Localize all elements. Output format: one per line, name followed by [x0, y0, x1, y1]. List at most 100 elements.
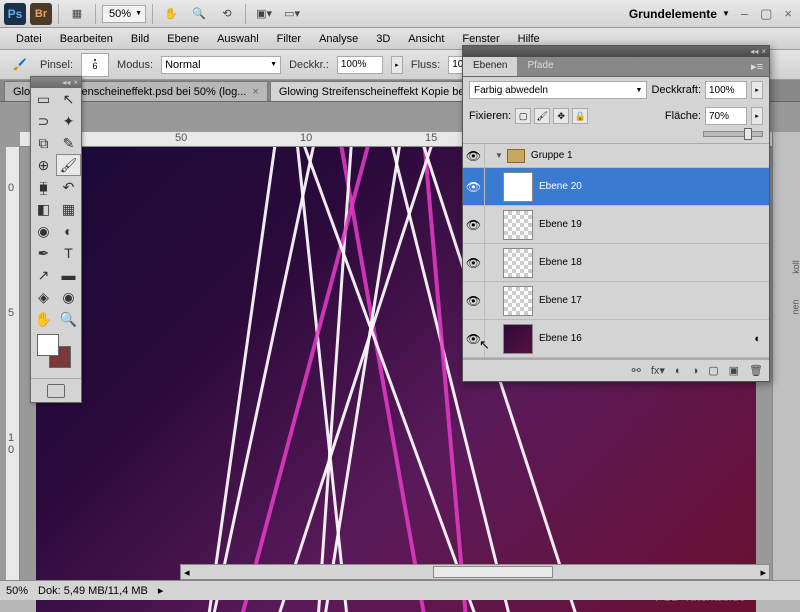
- layer-thumbnail[interactable]: [503, 324, 533, 354]
- eyedropper-tool-icon[interactable]: ✎: [56, 132, 81, 154]
- lasso-tool-icon[interactable]: ⊃: [31, 110, 56, 132]
- menu-bild[interactable]: Bild: [123, 30, 157, 48]
- brush-tool-icon[interactable]: 🖌: [56, 154, 81, 176]
- link-layers-icon[interactable]: ⚯: [632, 364, 641, 377]
- healing-brush-tool-icon[interactable]: ⊕: [31, 154, 56, 176]
- visibility-toggle-icon[interactable]: 👁: [463, 206, 485, 243]
- lock-pixels-icon[interactable]: 🖌: [534, 108, 550, 124]
- visibility-toggle-icon[interactable]: 👁: [463, 144, 485, 167]
- new-group-icon[interactable]: ▢: [708, 364, 718, 377]
- new-layer-icon[interactable]: ▣: [729, 364, 739, 377]
- foreground-color[interactable]: [37, 334, 59, 356]
- tab-ebenen[interactable]: Ebenen: [463, 57, 517, 76]
- blend-mode-dropdown[interactable]: Normal: [161, 56, 281, 74]
- hand-tool-icon[interactable]: ✋: [31, 308, 56, 330]
- layer-mask-icon[interactable]: ◐: [675, 365, 682, 377]
- layer-blend-mode-dropdown[interactable]: Farbig abwedeln: [469, 81, 647, 99]
- 3d-tool-icon[interactable]: ◈: [31, 286, 56, 308]
- crop-tool-icon[interactable]: ⧉: [31, 132, 56, 154]
- screen-mode-icon[interactable]: ▭▾: [280, 3, 304, 25]
- delete-layer-icon[interactable]: 🗑: [749, 364, 763, 377]
- 3d-camera-tool-icon[interactable]: ◉: [56, 286, 81, 308]
- layer-name[interactable]: Ebene 18: [539, 257, 769, 268]
- scrollbar-thumb[interactable]: [433, 566, 553, 578]
- status-flyout-icon[interactable]: ▸: [158, 584, 164, 597]
- blur-tool-icon[interactable]: ◉: [31, 220, 56, 242]
- horizontal-scrollbar[interactable]: ◂ ▸: [180, 564, 770, 580]
- workspace-dropdown[interactable]: Grundelemente: [619, 3, 733, 25]
- eraser-tool-icon[interactable]: ◧: [31, 198, 56, 220]
- opacity-flyout[interactable]: ▸: [391, 56, 403, 74]
- dodge-tool-icon[interactable]: ◐: [56, 220, 81, 242]
- shape-tool-icon[interactable]: ▬: [56, 264, 81, 286]
- marquee-tool-icon[interactable]: ▭: [31, 88, 56, 110]
- layer-thumbnail[interactable]: [503, 172, 533, 202]
- visibility-toggle-icon[interactable]: 👁: [463, 320, 485, 357]
- layer-row[interactable]: 👁 Ebene 19: [463, 206, 769, 244]
- layer-group-row[interactable]: 👁 ▼ Gruppe 1: [463, 144, 769, 168]
- layer-name[interactable]: Ebene 17: [539, 295, 769, 306]
- close-button[interactable]: ×: [780, 6, 796, 21]
- brush-tool-preset-icon[interactable]: 🖌️: [8, 54, 32, 76]
- magic-wand-tool-icon[interactable]: ✦: [56, 110, 81, 132]
- minimize-button[interactable]: –: [737, 6, 752, 21]
- layer-row[interactable]: 👁 Ebene 18: [463, 244, 769, 282]
- menu-analyse[interactable]: Analyse: [311, 30, 366, 48]
- type-tool-icon[interactable]: T: [56, 242, 81, 264]
- photoshop-logo[interactable]: Ps: [4, 3, 26, 25]
- close-tab-icon[interactable]: ×: [252, 86, 258, 98]
- zoom-tool-icon[interactable]: 🔍: [187, 3, 211, 25]
- tab-pfade[interactable]: Pfade: [517, 57, 563, 76]
- visibility-toggle-icon[interactable]: 👁: [463, 168, 485, 205]
- visibility-toggle-icon[interactable]: 👁: [463, 244, 485, 281]
- panel-menu-icon[interactable]: ▸≡: [745, 57, 769, 76]
- pen-tool-icon[interactable]: ✒: [31, 242, 56, 264]
- gradient-tool-icon[interactable]: ▦: [56, 198, 81, 220]
- layer-fill-input[interactable]: [705, 107, 747, 125]
- layer-row[interactable]: 👁 Ebene 16 ◐: [463, 320, 769, 358]
- layer-opacity-input[interactable]: [705, 81, 747, 99]
- menu-bearbeiten[interactable]: Bearbeiten: [52, 30, 121, 48]
- opacity-flyout[interactable]: ▸: [751, 81, 763, 99]
- opacity-input[interactable]: [337, 56, 383, 74]
- menu-ansicht[interactable]: Ansicht: [400, 30, 452, 48]
- layer-thumbnail[interactable]: [503, 248, 533, 278]
- layer-name[interactable]: Ebene 20: [539, 181, 769, 192]
- layer-thumbnail[interactable]: [503, 286, 533, 316]
- arrange-documents-icon[interactable]: ▣▾: [252, 3, 276, 25]
- layer-style-icon[interactable]: fx▾: [651, 364, 665, 377]
- zoom-tool-icon[interactable]: 🔍: [56, 308, 81, 330]
- layer-row[interactable]: 👁 Ebene 20: [463, 168, 769, 206]
- vertical-ruler[interactable]: 0 5 10: [6, 147, 20, 580]
- history-brush-tool-icon[interactable]: ↶: [56, 176, 81, 198]
- layer-name[interactable]: Ebene 19: [539, 219, 769, 230]
- lock-all-icon[interactable]: 🔒: [572, 108, 588, 124]
- panel-header[interactable]: ◂◂×: [463, 46, 769, 57]
- menu-3d[interactable]: 3D: [368, 30, 398, 48]
- collapsed-panels[interactable]: koll nen: [772, 132, 800, 580]
- color-swatches[interactable]: [37, 334, 75, 374]
- layer-row[interactable]: 👁 Ebene 17: [463, 282, 769, 320]
- lock-transparency-icon[interactable]: ▢: [515, 108, 531, 124]
- layer-name[interactable]: Gruppe 1: [531, 150, 769, 161]
- group-expand-icon[interactable]: ▼: [495, 151, 503, 160]
- menu-auswahl[interactable]: Auswahl: [209, 30, 267, 48]
- clone-stamp-tool-icon[interactable]: ⧯: [31, 176, 56, 198]
- menu-datei[interactable]: Datei: [8, 30, 50, 48]
- fill-slider[interactable]: [703, 131, 763, 137]
- layer-name[interactable]: Ebene 16: [539, 333, 754, 344]
- document-size[interactable]: Dok: 5,49 MB/11,4 MB: [38, 585, 148, 597]
- bridge-logo[interactable]: Br: [30, 3, 52, 25]
- zoom-dropdown[interactable]: 50%: [102, 5, 146, 23]
- filter-indicator-icon[interactable]: ◐: [754, 333, 761, 345]
- brush-preset-picker[interactable]: 6: [81, 53, 109, 77]
- menu-ebene[interactable]: Ebene: [159, 30, 207, 48]
- lock-position-icon[interactable]: ✥: [553, 108, 569, 124]
- path-selection-tool-icon[interactable]: ↗: [31, 264, 56, 286]
- hand-tool-icon[interactable]: ✋: [159, 3, 183, 25]
- view-extras-icon[interactable]: ▦: [65, 3, 89, 25]
- maximize-button[interactable]: ▢: [756, 6, 776, 22]
- move-tool-icon[interactable]: ↖: [56, 88, 81, 110]
- adjustment-layer-icon[interactable]: ◑: [692, 365, 699, 377]
- layer-thumbnail[interactable]: [503, 210, 533, 240]
